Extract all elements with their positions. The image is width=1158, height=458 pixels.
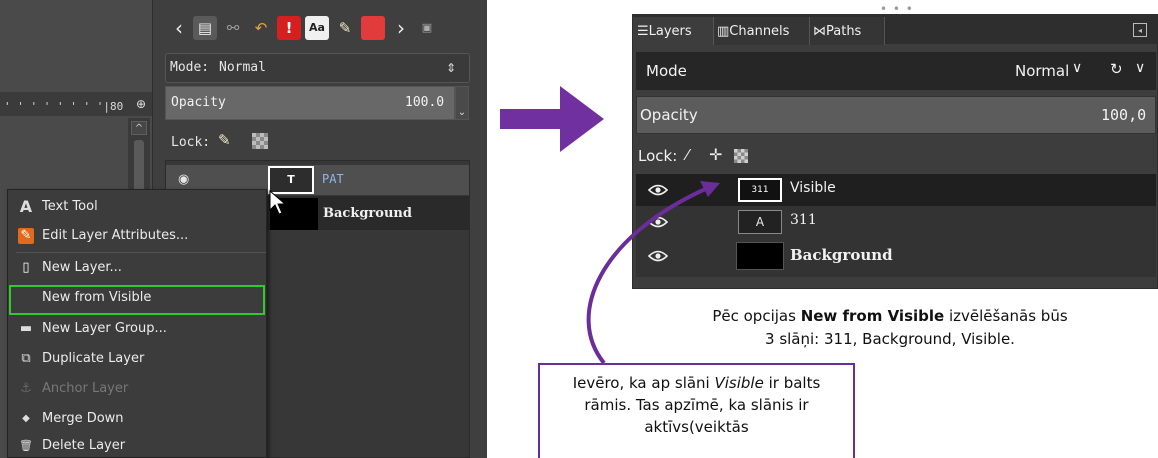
tab-paths-icon[interactable]: ⚯ (221, 16, 245, 40)
note-italic: Visible (714, 374, 764, 392)
tab-paths-content[interactable]: ⋈Paths (813, 20, 861, 44)
chevron-down-icon[interactable]: ∨ (1072, 60, 1082, 76)
mouse-cursor-icon (269, 190, 287, 215)
tab-undo-history-icon[interactable]: ↶ (249, 16, 273, 40)
mode-value[interactable]: Normal (1015, 62, 1069, 80)
menu-item-text-tool[interactable]: A Text Tool (16, 195, 266, 219)
folder-icon: ▬ (19, 321, 33, 336)
tab-warning-icon[interactable]: ! (277, 16, 301, 40)
menu-separator (16, 252, 266, 253)
menu-item-label: New Layer... (42, 260, 122, 275)
tab-layers-content[interactable]: ☰Layers (637, 20, 692, 44)
new-from-visible-highlight (9, 285, 265, 315)
menu-item-label: New Layer Group... (42, 321, 167, 336)
ruler-ticks: ' ' ' ' ' ' ' '|800' ' ' ' (4, 100, 124, 114)
ruler-tick-marks: ' ' ' ' ' ' ' '| (4, 100, 110, 113)
caption-line2: 3 slāņi: 311, Background, Visible. (765, 330, 1015, 348)
layer-name-pat[interactable]: PAT (322, 172, 344, 186)
layer-name-311[interactable]: 311 (790, 212, 817, 228)
lock-alpha-checker-icon[interactable] (252, 133, 268, 149)
delete-icon: 🗑 (19, 439, 33, 452)
mode-label: Mode (646, 62, 687, 80)
scroll-up-icon[interactable]: ^ (131, 121, 147, 135)
layer-name-background[interactable]: Background (323, 206, 412, 221)
tab-label: Channels (729, 24, 790, 39)
layer-name-visible[interactable]: Visible (790, 180, 836, 196)
lock-label: Lock: (638, 147, 678, 165)
caption-suffix: izvēlēšanās būs (944, 307, 1068, 325)
channels-icon: ▥ (717, 24, 730, 39)
tab-scroll-right-icon[interactable]: › (389, 16, 413, 40)
anchor-icon: ⚓ (20, 381, 32, 396)
layer-context-menu: A Text Tool ✎ Edit Layer Attributes... ▯… (7, 189, 267, 458)
tab-scroll-left-icon[interactable]: ‹ (167, 16, 191, 40)
menu-item-anchor-layer: ⚓ Anchor Layer (16, 377, 266, 401)
tab-fonts-icon[interactable]: Aa (305, 16, 329, 40)
menu-item-label: Text Tool (42, 199, 98, 214)
lock-position-icon[interactable]: ✛ (709, 145, 722, 164)
tab-brushes-icon[interactable]: ✎ (333, 16, 357, 40)
pointer-arrow-icon (586, 181, 720, 365)
menu-item-label: Merge Down (42, 411, 124, 426)
menu-item-edit-attributes[interactable]: ✎ Edit Layer Attributes... (16, 224, 266, 248)
merge-down-icon: ◆ (22, 413, 30, 424)
tab-label: Paths (826, 24, 862, 39)
menu-item-label: Anchor Layer (42, 381, 129, 396)
visibility-eye-icon[interactable]: ◉ (178, 172, 189, 187)
right-arrow-icon (500, 86, 604, 152)
lock-pixels-brush-icon[interactable]: ✎ (218, 131, 238, 151)
opacity-slider[interactable] (636, 96, 1156, 134)
text-tool-icon: A (19, 197, 33, 216)
chevron-down-icon[interactable]: ∨ (1135, 60, 1145, 76)
dock-menu-icon[interactable]: ◂ (1133, 23, 1147, 37)
menu-item-new-layer[interactable]: ▯ New Layer... (16, 256, 266, 280)
paths-icon: ⋈ (813, 24, 826, 39)
caption-bold: New from Visible (800, 307, 945, 325)
menu-item-label: Duplicate Layer (42, 351, 145, 366)
opacity-value[interactable]: 100.0 (405, 95, 444, 110)
lock-pixels-brush-icon[interactable]: ⁄ (686, 146, 689, 164)
lock-label: Lock: (171, 135, 211, 150)
duplicate-icon: ⧉ (21, 351, 31, 366)
drag-handle-icon[interactable]: • • • (880, 2, 914, 16)
lock-alpha-checker-icon[interactable] (734, 149, 748, 163)
tab-label: Layers (648, 24, 692, 39)
menu-item-delete-layer[interactable]: 🗑 Delete Layer (16, 434, 266, 458)
note-part1: Ievēro, ka ap slāni (572, 374, 715, 392)
dock-menu-icon[interactable]: ▣ (415, 16, 439, 40)
menu-item-merge-down[interactable]: ◆ Merge Down (16, 407, 266, 431)
mode-select[interactable] (165, 53, 470, 83)
dock-tab-bar: ‹ ▤ ⚯ ↶ ! Aa ✎ › ▣ (165, 12, 475, 44)
navigate-icon[interactable]: ⊕ (134, 97, 148, 111)
tab-layers-icon[interactable]: ▤ (193, 16, 217, 40)
mode-value[interactable]: Normal (219, 60, 266, 75)
opacity-value[interactable]: 100,0 (1101, 106, 1146, 124)
opacity-label: Opacity (171, 95, 226, 110)
menu-item-new-layer-group[interactable]: ▬ New Layer Group... (16, 317, 266, 341)
menu-item-label: Delete Layer (42, 438, 126, 453)
edit-attributes-icon: ✎ (18, 228, 34, 244)
menu-item-label: Edit Layer Attributes... (42, 228, 189, 243)
menu-item-duplicate-layer[interactable]: ⧉ Duplicate Layer (16, 347, 266, 371)
new-layer-icon: ▯ (22, 260, 30, 275)
opacity-label: Opacity (640, 106, 698, 124)
annotation-note: Ievēro, ka ap slāni Visible ir balts rām… (538, 363, 855, 458)
reset-mode-icon[interactable]: ↻ (1110, 60, 1123, 78)
opacity-spin-button[interactable]: ⌄ (455, 86, 469, 120)
layer-name-background[interactable]: Background (790, 246, 893, 264)
mode-label: Mode: (170, 60, 210, 75)
updown-chevron-icon[interactable]: ⇕ (440, 57, 462, 79)
tab-channels-content[interactable]: ▥Channels (717, 20, 789, 44)
layers-icon: ☰ (637, 24, 649, 39)
tab-patterns-icon[interactable] (361, 16, 385, 40)
ruler-label: 800 (109, 100, 124, 113)
